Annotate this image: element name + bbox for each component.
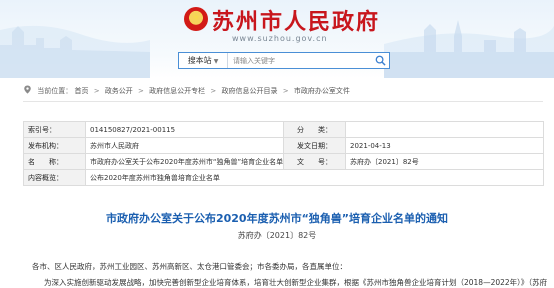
breadcrumb-info-catalog[interactable]: 政府信息公开目录: [222, 87, 278, 95]
table-row: 发布机构： 苏州市人民政府 发文日期： 2021-04-13: [23, 137, 544, 154]
breadcrumb-home[interactable]: 首页: [74, 87, 88, 95]
search-input[interactable]: [233, 53, 363, 68]
search-icon[interactable]: [375, 55, 386, 66]
search-bar: 搜本站 ▼: [178, 52, 390, 69]
search-scope-select[interactable]: 搜本站 ▼: [179, 53, 228, 68]
breadcrumb-info-column[interactable]: 政府信息公开专栏: [149, 87, 205, 95]
summary-value: 公布2020年度苏州市独角兽培育企业名单: [85, 169, 544, 186]
breadcrumb-separator: >: [93, 87, 100, 95]
table-row: 名 称： 市政府办公室关于公布2020年度苏州市“独角兽”培育企业名单的通知 文…: [23, 153, 544, 170]
city-skyline-right-decoration: [384, 20, 554, 78]
publisher-label: 发布机构：: [23, 137, 86, 154]
article-title: 市政府办公室关于公布2020年度苏州市“独角兽”培育企业名单的通知: [105, 212, 449, 225]
site-header: ★ 苏州市人民政府 www.suzhou.gov.cn 搜本站 ▼: [0, 0, 554, 78]
summary-label: 内容概览：: [23, 169, 86, 186]
doc-number-value: 苏府办〔2021〕82号: [345, 153, 544, 170]
article-recipients: 各市、区人民政府，苏州工业园区、苏州高新区、太仓港口管委会；市各委办局，各直属单…: [32, 262, 347, 271]
class-value: [345, 121, 544, 138]
table-row: 内容概览： 公布2020年度苏州市独角兽培育企业名单: [23, 169, 544, 186]
location-pin-icon: [24, 85, 31, 94]
city-skyline-left-decoration: [0, 25, 150, 78]
table-row: 索引号： 014150827/2021-00115 分 类：: [23, 121, 544, 138]
breadcrumb-separator: >: [138, 87, 144, 95]
publisher-value: 苏州市人民政府: [85, 137, 284, 154]
national-emblem-logo: ★: [184, 7, 208, 31]
document-metadata-table: 索引号： 014150827/2021-00115 分 类： 发布机构： 苏州市…: [23, 121, 544, 186]
breadcrumb-office-documents[interactable]: 市政府办公室文件: [294, 87, 350, 95]
name-label: 名 称：: [23, 153, 86, 170]
breadcrumb-prefix: 当前位置：: [37, 87, 73, 95]
breadcrumb-separator: >: [210, 87, 217, 95]
breadcrumb-separator: >: [282, 87, 289, 95]
breadcrumb: 当前位置： 首页 > 政务公开 > 政府信息公开专栏 > 政府信息公开目录 > …: [23, 85, 543, 97]
site-domain: www.suzhou.gov.cn: [232, 34, 328, 43]
search-scope-label: 搜本站: [187, 56, 212, 65]
class-label: 分 类：: [283, 121, 346, 138]
chevron-down-icon: ▼: [213, 58, 219, 65]
index-value: 014150827/2021-00115: [85, 121, 284, 138]
name-value: 市政府办公室关于公布2020年度苏州市“独角兽”培育企业名单的通知: [85, 153, 284, 170]
date-value: 2021-04-13: [345, 137, 544, 154]
doc-number-label: 文 号：: [283, 153, 346, 170]
index-label: 索引号：: [23, 121, 86, 138]
divider: [23, 101, 543, 102]
breadcrumb-gov-affairs[interactable]: 政务公开: [105, 87, 133, 95]
article-paragraph-text: 为深入实施创新驱动发展战略，加快完善创新型企业培育体系，培育壮大创新型企业集群，…: [44, 278, 548, 287]
date-label: 发文日期：: [283, 137, 346, 154]
site-title[interactable]: 苏州市人民政府: [212, 4, 380, 36]
article-paragraph: 为深入实施创新驱动发展战略，加快完善创新型企业培育体系，培育壮大创新型企业集群，…: [32, 277, 554, 288]
article-doc-number: 苏府办〔2021〕82号: [237, 231, 317, 240]
